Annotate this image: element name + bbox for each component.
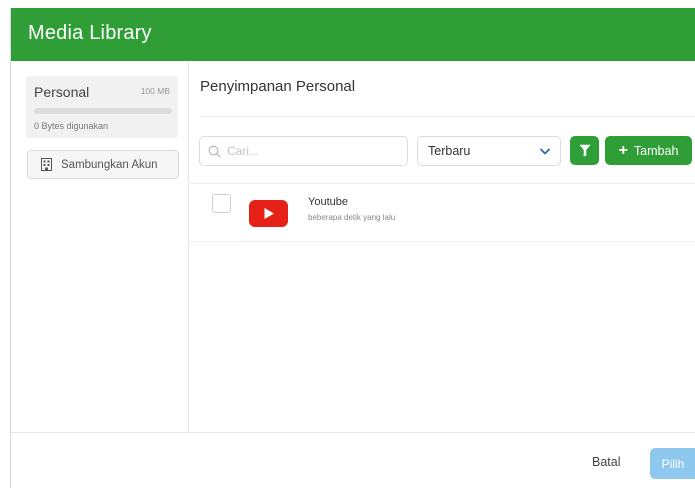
main-panel: Penyimpanan Personal Terbaru + Tambah [190, 61, 695, 432]
modal-footer: Batal Pilih [11, 432, 695, 488]
page-title: Penyimpanan Personal [200, 78, 356, 95]
modal-title: Media Library [28, 22, 152, 44]
add-button[interactable]: + Tambah [605, 136, 692, 165]
storage-usage-bar [34, 108, 172, 114]
filter-button[interactable] [570, 136, 599, 165]
storage-personal-card[interactable]: Personal 100 MB 0 Bytes digunakan [26, 76, 178, 138]
search-icon [208, 145, 221, 158]
sort-selected-value: Terbaru [428, 144, 471, 158]
storage-name: Personal [34, 84, 90, 100]
youtube-icon [249, 200, 288, 227]
cancel-button[interactable]: Batal [592, 455, 621, 469]
search-input[interactable] [227, 144, 397, 158]
building-icon [41, 158, 52, 171]
title-divider [200, 116, 695, 117]
file-timestamp: beberapa detik yang lalu [308, 213, 396, 222]
select-button[interactable]: Pilih [650, 448, 695, 479]
connect-account-button[interactable]: Sambungkan Akun [27, 150, 179, 179]
connect-account-label: Sambungkan Akun [61, 158, 158, 171]
search-field[interactable] [199, 136, 408, 166]
select-button-label: Pilih [661, 456, 685, 471]
media-library-modal: Media Library Personal 100 MB 0 Bytes di… [10, 8, 695, 488]
filter-icon [579, 144, 590, 157]
chevron-down-icon [540, 148, 550, 154]
storage-used-text: 0 Bytes digunakan [34, 121, 109, 131]
list-item[interactable]: Youtube beberapa detik yang lalu [190, 184, 695, 242]
sort-select[interactable]: Terbaru [417, 136, 561, 166]
file-name: Youtube [308, 196, 348, 208]
plus-icon: + [618, 141, 628, 159]
modal-header: Media Library [11, 8, 695, 61]
sidebar: Personal 100 MB 0 Bytes digunakan Sambun… [11, 61, 189, 432]
storage-capacity: 100 MB [140, 86, 170, 96]
add-button-label: Tambah [633, 143, 679, 158]
file-checkbox[interactable] [212, 194, 231, 213]
